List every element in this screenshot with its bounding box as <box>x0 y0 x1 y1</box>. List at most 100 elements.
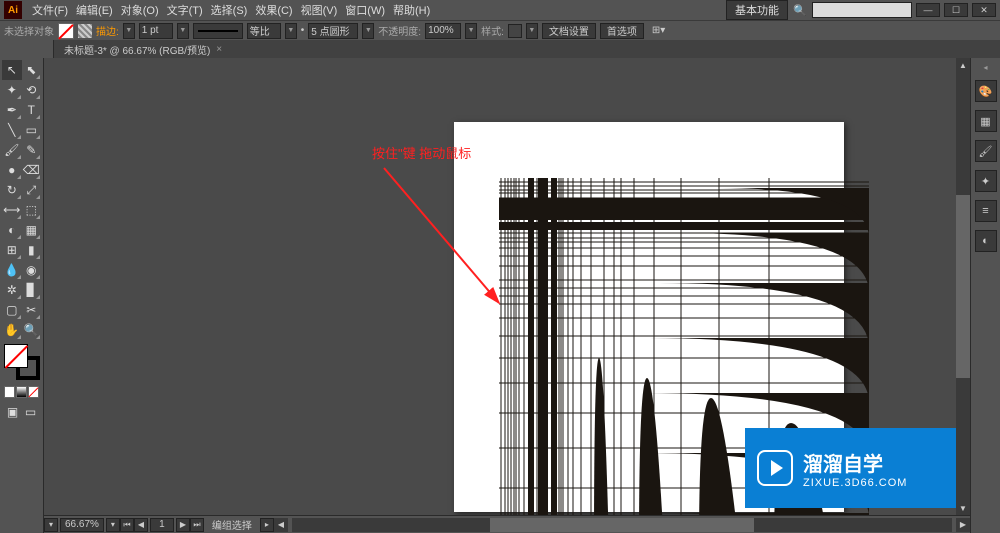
hand-tool[interactable]: ✋ <box>2 320 22 340</box>
right-panel-dock: ◂ 🎨 ▦ 🖌 ✦ ≡ ◐ <box>970 58 1000 533</box>
color-mode-gradient[interactable] <box>16 386 27 398</box>
menu-edit[interactable]: 编辑(E) <box>72 2 117 18</box>
style-swatch[interactable] <box>508 24 522 38</box>
eyedropper-tool[interactable]: 💧 <box>2 260 22 280</box>
slice-tool[interactable]: ✂ <box>22 300 42 320</box>
artboard-tool[interactable]: ▢ <box>2 300 22 320</box>
screen-mode[interactable]: ▭ <box>22 402 39 422</box>
menu-view[interactable]: 视图(V) <box>297 2 342 18</box>
artboard-last[interactable]: ⏭ <box>190 518 204 532</box>
gradient-tool[interactable]: ▮ <box>22 240 42 260</box>
stroke-weight-down[interactable]: ▼ <box>123 23 135 39</box>
document-setup-button[interactable]: 文档设置 <box>542 23 596 39</box>
free-transform-tool[interactable]: ⬚ <box>22 200 42 220</box>
search-icon: 🔍 <box>792 2 808 18</box>
pen-tool[interactable]: ✒ <box>2 100 22 120</box>
stroke-profile-menu[interactable]: ▼ <box>285 23 297 39</box>
scroll-up-button[interactable]: ▲ <box>956 58 970 72</box>
fill-color-swatch[interactable] <box>4 344 28 368</box>
line-tool[interactable]: ╲ <box>2 120 22 140</box>
lasso-tool[interactable]: ⟲ <box>22 80 42 100</box>
stroke-style-preview[interactable] <box>193 23 243 39</box>
brush-menu[interactable]: ▼ <box>362 23 374 39</box>
rotate-tool[interactable]: ↻ <box>2 180 22 200</box>
width-tool[interactable]: ⟷ <box>2 200 22 220</box>
scroll-down-button[interactable]: ▼ <box>956 501 970 515</box>
menu-effect[interactable]: 效果(C) <box>251 2 296 18</box>
menu-type[interactable]: 文字(T) <box>163 2 207 18</box>
mesh-tool[interactable]: ⊞ <box>2 240 22 260</box>
align-icon[interactable]: ⊞▾ <box>652 25 665 36</box>
vertical-scrollbar[interactable]: ▲ ▼ <box>956 58 970 515</box>
menu-select[interactable]: 选择(S) <box>207 2 252 18</box>
artboard-prev[interactable]: ◀ <box>134 518 148 532</box>
opacity-menu[interactable]: ▼ <box>465 23 477 39</box>
maximize-button[interactable]: ☐ <box>944 3 968 17</box>
vertical-scroll-thumb[interactable] <box>956 195 970 378</box>
perspective-tool[interactable]: ▦ <box>22 220 42 240</box>
shape-builder-tool[interactable]: ◐ <box>2 220 22 240</box>
horizontal-scrollbar[interactable] <box>292 518 952 532</box>
blob-brush-tool[interactable]: ● <box>2 160 22 180</box>
zoom-tool[interactable]: 🔍 <box>22 320 42 340</box>
brushes-panel-icon[interactable]: 🖌 <box>975 140 997 162</box>
status-menu[interactable]: ▸ <box>260 518 274 532</box>
symbol-sprayer-tool[interactable]: ✲ <box>2 280 22 300</box>
appearance-panel-icon[interactable]: ◐ <box>975 230 997 252</box>
artboard-number[interactable]: 1 <box>150 518 174 532</box>
toolbox: ↖⬉ ✦⟲ ✒T ╲▭ 🖌✎ ●⌫ ↻⤢ ⟷⬚ ◐▦ ⊞▮ 💧◉ ✲▊ ▢✂ ✋… <box>0 58 44 533</box>
zoom-out-button[interactable]: ▾ <box>44 518 58 532</box>
brush-input[interactable] <box>308 23 358 39</box>
stroke-weight-input[interactable] <box>139 23 173 39</box>
zoom-level[interactable]: 66.67% <box>60 518 104 532</box>
search-input[interactable] <box>812 2 912 18</box>
scale-tool[interactable]: ⤢ <box>22 180 42 200</box>
opacity-input[interactable] <box>425 23 461 39</box>
minimize-button[interactable]: — <box>916 3 940 17</box>
symbols-panel-icon[interactable]: ✦ <box>975 170 997 192</box>
selection-tool[interactable]: ↖ <box>2 60 22 80</box>
fill-swatch[interactable] <box>58 23 74 39</box>
horizontal-scroll-thumb[interactable] <box>490 518 754 532</box>
workspace-switcher[interactable]: 基本功能 <box>726 0 788 20</box>
canvas[interactable]: 按住"键 拖动鼠标 溜溜自学 ZIXUE.3D66.COM <box>44 58 970 533</box>
graph-tool[interactable]: ▊ <box>22 280 42 300</box>
artboard-first[interactable]: ⏮ <box>120 518 134 532</box>
tab-close-button[interactable]: × <box>216 44 222 55</box>
draw-mode-normal[interactable]: ▣ <box>4 402 21 422</box>
type-tool[interactable]: T <box>22 100 42 120</box>
color-mode-none[interactable] <box>28 386 39 398</box>
color-panel-icon[interactable]: 🎨 <box>975 80 997 102</box>
stroke-swatch-control[interactable] <box>78 24 92 38</box>
menu-file[interactable]: 文件(F) <box>28 2 72 18</box>
stroke-panel-icon[interactable]: ≡ <box>975 200 997 222</box>
menu-object[interactable]: 对象(O) <box>117 2 163 18</box>
menu-window[interactable]: 窗口(W) <box>341 2 389 18</box>
stroke-label: 描边: <box>96 23 119 38</box>
document-tab-title: 未标题-3* @ 66.67% (RGB/预览) <box>64 42 210 57</box>
dock-expand-handle[interactable]: ◂ <box>981 62 991 72</box>
scroll-left-button[interactable]: ◀ <box>274 518 288 532</box>
stroke-profile-input[interactable] <box>247 23 281 39</box>
rectangle-tool[interactable]: ▭ <box>22 120 42 140</box>
pencil-tool[interactable]: ✎ <box>22 140 42 160</box>
zoom-menu[interactable]: ▾ <box>106 518 120 532</box>
preferences-button[interactable]: 首选项 <box>600 23 644 39</box>
magic-wand-tool[interactable]: ✦ <box>2 80 22 100</box>
menu-help[interactable]: 帮助(H) <box>389 2 434 18</box>
close-button[interactable]: ✕ <box>972 3 996 17</box>
eraser-tool[interactable]: ⌫ <box>22 160 42 180</box>
control-bar: 未选择对象 描边: ▼ ▼ ▼ • ▼ 不透明度: ▼ 样式: ▼ 文档设置 首… <box>0 20 1000 40</box>
swatches-panel-icon[interactable]: ▦ <box>975 110 997 132</box>
paintbrush-tool[interactable]: 🖌 <box>2 140 22 160</box>
fill-stroke-indicator[interactable] <box>4 344 40 380</box>
direct-selection-tool[interactable]: ⬉ <box>22 60 42 80</box>
scroll-right-button[interactable]: ▶ <box>956 518 970 532</box>
document-tab[interactable]: 未标题-3* @ 66.67% (RGB/预览) × <box>54 40 232 58</box>
style-menu[interactable]: ▼ <box>526 23 538 39</box>
blend-tool[interactable]: ◉ <box>22 260 42 280</box>
stroke-weight-menu[interactable]: ▼ <box>177 23 189 39</box>
toolbox-header <box>0 40 54 58</box>
artboard-next[interactable]: ▶ <box>176 518 190 532</box>
color-mode-solid[interactable] <box>4 386 15 398</box>
